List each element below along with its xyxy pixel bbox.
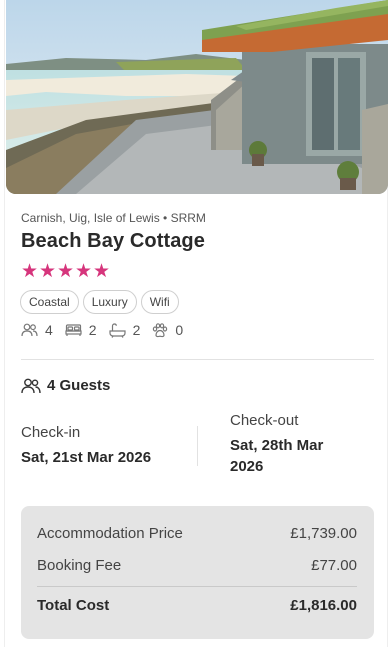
paw-icon — [153, 322, 168, 337]
amenities-row: 4 2 2 0 — [21, 322, 195, 338]
tag-coastal: Coastal — [20, 290, 79, 314]
total-cost-row: Total Cost £1,816.00 — [37, 597, 357, 614]
checkout-date: Sat, 28th Mar 2026 — [230, 437, 324, 475]
star-icon: ★ — [57, 260, 75, 282]
guests-label: 4 Guests — [47, 377, 111, 394]
tag-wifi: Wifi — [140, 290, 179, 314]
checkout-block: Check-out Sat, 28th Mar 2026 — [230, 412, 360, 477]
total-cost-value: £1,816.00 — [290, 597, 357, 614]
star-icon: ★ — [21, 260, 39, 282]
star-rating: ★ ★ ★ ★ ★ — [21, 260, 111, 282]
section-divider — [21, 359, 374, 360]
cottage-photo — [6, 0, 388, 194]
bathroom-count: 2 — [132, 322, 141, 338]
accommodation-price-value: £1,739.00 — [290, 525, 357, 542]
price-divider — [37, 586, 357, 587]
total-cost-label: Total Cost — [37, 597, 110, 614]
people-icon — [21, 378, 41, 393]
booking-fee-label: Booking Fee — [37, 557, 122, 574]
bed-icon — [65, 324, 82, 336]
accommodation-price-label: Accommodation Price — [37, 525, 183, 542]
booking-guests: 4 Guests — [21, 377, 110, 394]
booking-summary-card: Carnish, Uig, Isle of Lewis • SRRM Beach… — [4, 0, 388, 647]
star-icon: ★ — [93, 260, 111, 282]
star-icon: ★ — [75, 260, 93, 282]
guest-count: 4 — [45, 322, 53, 338]
guest-capacity: 4 — [21, 322, 53, 338]
bedroom-count: 2 — [88, 322, 97, 338]
bedroom-count-item: 2 — [65, 322, 97, 338]
booking-fee-value: £77.00 — [311, 557, 357, 574]
star-icon: ★ — [39, 260, 57, 282]
checkin-label: Check-in — [21, 424, 81, 441]
listing-tags: Coastal Luxury Wifi — [20, 290, 179, 314]
tag-luxury: Luxury — [82, 290, 137, 314]
checkin-date: Sat, 21st Mar 2026 — [21, 449, 152, 466]
listing-location: Carnish, Uig, Isle of Lewis • SRRM — [21, 211, 206, 225]
date-separator — [197, 426, 198, 466]
checkin-block: Check-in Sat, 21st Mar 2026 — [21, 424, 151, 468]
bath-icon — [108, 322, 126, 338]
booking-fee-row: Booking Fee £77.00 — [37, 557, 357, 574]
checkout-label: Check-out — [230, 412, 299, 429]
pets-count-item: 0 — [152, 322, 183, 338]
listing-title: Beach Bay Cottage — [21, 230, 205, 252]
pets-count: 0 — [175, 322, 184, 338]
bathroom-count-item: 2 — [108, 322, 141, 338]
price-breakdown: Accommodation Price £1,739.00 Booking Fe… — [21, 506, 374, 639]
people-icon — [21, 323, 38, 337]
accommodation-price-row: Accommodation Price £1,739.00 — [37, 525, 357, 542]
